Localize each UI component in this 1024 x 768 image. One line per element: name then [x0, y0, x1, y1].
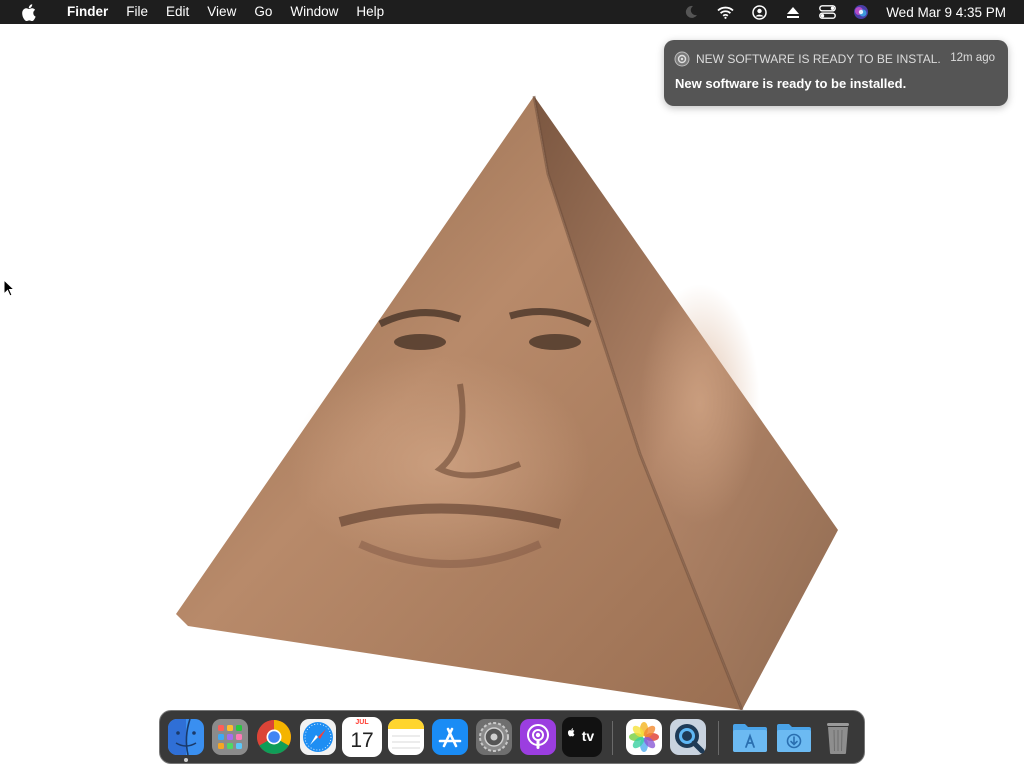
- calendar-day: 17: [350, 729, 374, 752]
- notification-body: New software is ready to be installed.: [675, 76, 907, 91]
- finder-running-indicator: [184, 758, 188, 762]
- mouse-cursor-icon: [3, 279, 15, 297]
- focus-moon-icon[interactable]: [682, 3, 700, 21]
- eject-icon[interactable]: [784, 3, 802, 21]
- launchpad-icon[interactable]: [210, 717, 250, 757]
- photos-icon[interactable]: [624, 717, 664, 757]
- notes-icon[interactable]: [386, 717, 426, 757]
- safari-icon[interactable]: [298, 717, 338, 757]
- menu-file[interactable]: File: [117, 0, 157, 24]
- app-name-menu[interactable]: Finder: [58, 0, 117, 24]
- system-preferences-icon[interactable]: [474, 717, 514, 757]
- control-center-icon[interactable]: [818, 3, 836, 21]
- notification-time: 12m ago: [950, 52, 995, 64]
- software-update-notification[interactable]: NEW SOFTWARE IS READY TO BE INSTAL... 12…: [664, 40, 1008, 106]
- menu-window[interactable]: Window: [281, 0, 347, 24]
- app-store-icon[interactable]: [430, 717, 470, 757]
- wifi-icon[interactable]: [716, 3, 734, 21]
- downloads-folder-icon[interactable]: [774, 717, 814, 757]
- notification-title: NEW SOFTWARE IS READY TO BE INSTAL...: [696, 52, 941, 66]
- menu-bar: Finder File Edit View Go Window Help Wed…: [0, 0, 1024, 24]
- apple-tv-icon[interactable]: tv: [562, 717, 602, 757]
- finder-icon[interactable]: [166, 717, 206, 757]
- menu-view[interactable]: View: [198, 0, 245, 24]
- system-preferences-gear-icon: [674, 51, 690, 67]
- dock: JUL 17 tv: [159, 710, 865, 764]
- desktop-pyramid-image: [176, 95, 838, 711]
- menubar-clock[interactable]: Wed Mar 9 4:35 PM: [886, 5, 1006, 20]
- menu-help[interactable]: Help: [347, 0, 393, 24]
- user-account-icon[interactable]: [750, 3, 768, 21]
- quicktime-icon[interactable]: [668, 717, 708, 757]
- dock-divider: [718, 721, 719, 755]
- calendar-month: JUL: [355, 719, 369, 726]
- menu-go[interactable]: Go: [245, 0, 281, 24]
- chrome-icon[interactable]: [254, 717, 294, 757]
- calendar-icon[interactable]: JUL 17: [342, 717, 382, 757]
- podcasts-icon[interactable]: [518, 717, 558, 757]
- apple-tv-label: tv: [581, 728, 595, 744]
- menu-edit[interactable]: Edit: [157, 0, 198, 24]
- siri-icon[interactable]: [852, 3, 870, 21]
- dock-divider: [612, 721, 613, 755]
- apple-menu-icon[interactable]: [18, 0, 38, 24]
- trash-icon[interactable]: [818, 717, 858, 757]
- applications-folder-icon[interactable]: [730, 717, 770, 757]
